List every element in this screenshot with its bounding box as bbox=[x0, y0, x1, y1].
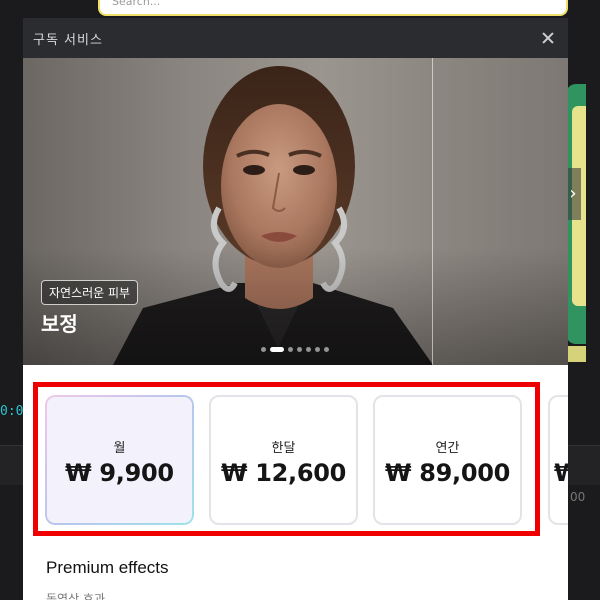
carousel-dot[interactable] bbox=[306, 346, 311, 352]
banner-divider bbox=[432, 58, 433, 365]
plan-card-partial[interactable]: ₩ bbox=[548, 395, 568, 525]
background-strip bbox=[568, 346, 586, 362]
plan-card-one-month[interactable]: 한달 ₩ 12,600 bbox=[209, 395, 358, 525]
carousel-dot-active[interactable] bbox=[270, 346, 284, 352]
banner-tag: 자연스러운 피부 bbox=[41, 280, 139, 305]
section-subtitle: 동영상 효과 bbox=[46, 592, 106, 600]
carousel-dot[interactable] bbox=[261, 346, 266, 352]
promo-banner[interactable]: 자연스러운 피부 보정 bbox=[23, 58, 568, 365]
carousel-dot[interactable] bbox=[297, 346, 302, 352]
plan-price: ₩ 12,600 bbox=[220, 459, 347, 487]
plan-price: ₩ bbox=[554, 459, 568, 487]
plan-card-annual[interactable]: 연간 ₩ 89,000 bbox=[373, 395, 522, 525]
background-timecode-right: 00 bbox=[570, 490, 586, 504]
modal-title: 구독 서비스 bbox=[33, 33, 103, 48]
plan-name: 연간 bbox=[435, 441, 460, 456]
plan-name: 월 bbox=[113, 441, 126, 456]
banner-title: 보정 bbox=[41, 312, 78, 336]
carousel-dot[interactable] bbox=[288, 346, 293, 352]
plan-card-monthly[interactable]: 월 ₩ 9,900 bbox=[45, 395, 194, 525]
plan-selector: 월 ₩ 9,900 한달 ₩ 12,600 연간 ₩ 89,000 ₩ bbox=[23, 365, 568, 545]
carousel-dots bbox=[261, 346, 329, 352]
modal-header: 구독 서비스 bbox=[23, 18, 568, 58]
background-timeline-left bbox=[0, 445, 24, 485]
background-timeline-right bbox=[568, 445, 600, 485]
section-title: Premium effects bbox=[46, 558, 169, 577]
background-search-bar[interactable]: Search... bbox=[98, 0, 568, 16]
carousel-dot[interactable] bbox=[324, 346, 329, 352]
plan-price: ₩ 9,900 bbox=[65, 459, 174, 487]
carousel-dot[interactable] bbox=[315, 346, 320, 352]
plan-price: ₩ 89,000 bbox=[384, 459, 511, 487]
plan-name: 한달 bbox=[271, 441, 296, 456]
subscription-modal: 구독 서비스 자연스러운 피부 보정 월 ₩ 9,900 한달 ₩ 12,600… bbox=[23, 18, 568, 600]
background-search-placeholder: Search... bbox=[112, 0, 161, 8]
close-icon[interactable] bbox=[534, 24, 562, 52]
